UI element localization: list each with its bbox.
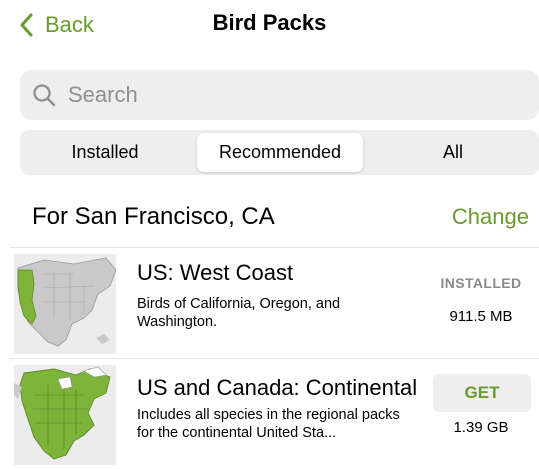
pack-name: US: West Coast [137,260,294,285]
pack-description: Birds of California, Oregon, and Washing… [137,296,341,330]
change-location-button[interactable]: Change [452,204,529,230]
tab-installed[interactable]: Installed [23,133,187,172]
pack-name: US and Canada: Continental [137,375,418,400]
pack-row-continental[interactable]: US and Canada: Continental Includes all … [0,359,539,469]
pack-size: 1.39 GB [453,419,509,436]
navigation-bar: Back Bird Packs [0,0,539,52]
search-input[interactable] [66,81,510,109]
segmented-control: Installed Recommended All [20,130,539,175]
search-icon [32,83,56,107]
west-coast-map-icon [14,254,116,354]
pack-size: 911.5 MB [449,308,513,325]
pack-description: Includes all species in the regional pac… [137,407,400,441]
page-title: Bird Packs [212,10,327,35]
location-label: For San Francisco, CA [32,203,275,230]
continental-map-icon [14,365,116,465]
search-field[interactable] [20,70,539,120]
installed-status: INSTALLED [440,275,522,291]
get-button[interactable]: GET [433,374,531,412]
tab-all[interactable]: All [371,133,535,172]
tab-recommended[interactable]: Recommended [197,133,363,172]
pack-row-west-coast[interactable]: US: West Coast Birds of California, Oreg… [0,248,539,358]
